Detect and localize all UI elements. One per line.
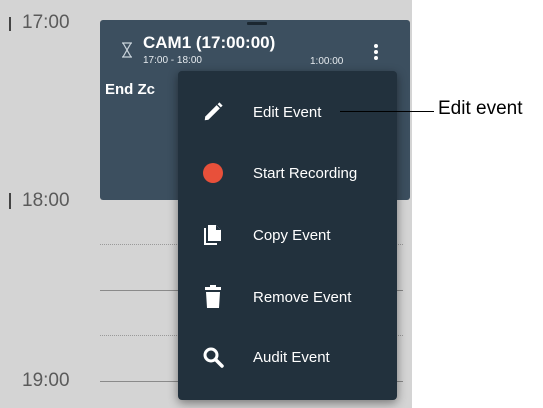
time-label-19: 19:00: [22, 370, 70, 391]
search-icon: [200, 344, 226, 370]
time-label-17: 17:00: [22, 12, 70, 33]
copy-icon: [200, 222, 226, 248]
callout-line: [340, 111, 434, 112]
event-title: CAM1 (17:00:00): [143, 33, 276, 52]
pencil-icon: [200, 99, 226, 125]
kebab-menu-icon[interactable]: [371, 44, 381, 60]
trash-icon: [200, 284, 226, 310]
menu-item-label: Start Recording: [253, 164, 358, 182]
menu-item-start-recording[interactable]: Start Recording: [178, 145, 397, 201]
drag-handle[interactable]: [247, 22, 267, 25]
event-time-range: 17:00 - 18:00: [143, 55, 202, 66]
menu-item-audit-event[interactable]: Audit Event: [178, 329, 397, 385]
menu-item-label: Copy Event: [253, 226, 331, 244]
hour-tick: [9, 17, 11, 31]
event-duration: 1:00:00: [310, 56, 344, 67]
callout-label: Edit event: [438, 98, 523, 119]
context-menu: Edit Event Start Recording Copy Event Re…: [178, 71, 397, 400]
menu-item-label: Remove Event: [253, 288, 352, 306]
hourglass-icon: [122, 42, 132, 58]
event-description: End Zc: [105, 81, 156, 98]
time-label-18: 18:00: [22, 190, 70, 211]
menu-item-edit-event[interactable]: Edit Event: [178, 84, 397, 140]
menu-item-remove-event[interactable]: Remove Event: [178, 269, 397, 325]
menu-item-label: Audit Event: [253, 348, 330, 366]
hour-tick: [9, 193, 11, 209]
menu-item-copy-event[interactable]: Copy Event: [178, 207, 397, 263]
menu-item-label: Edit Event: [253, 103, 322, 121]
record-icon: [200, 160, 226, 186]
